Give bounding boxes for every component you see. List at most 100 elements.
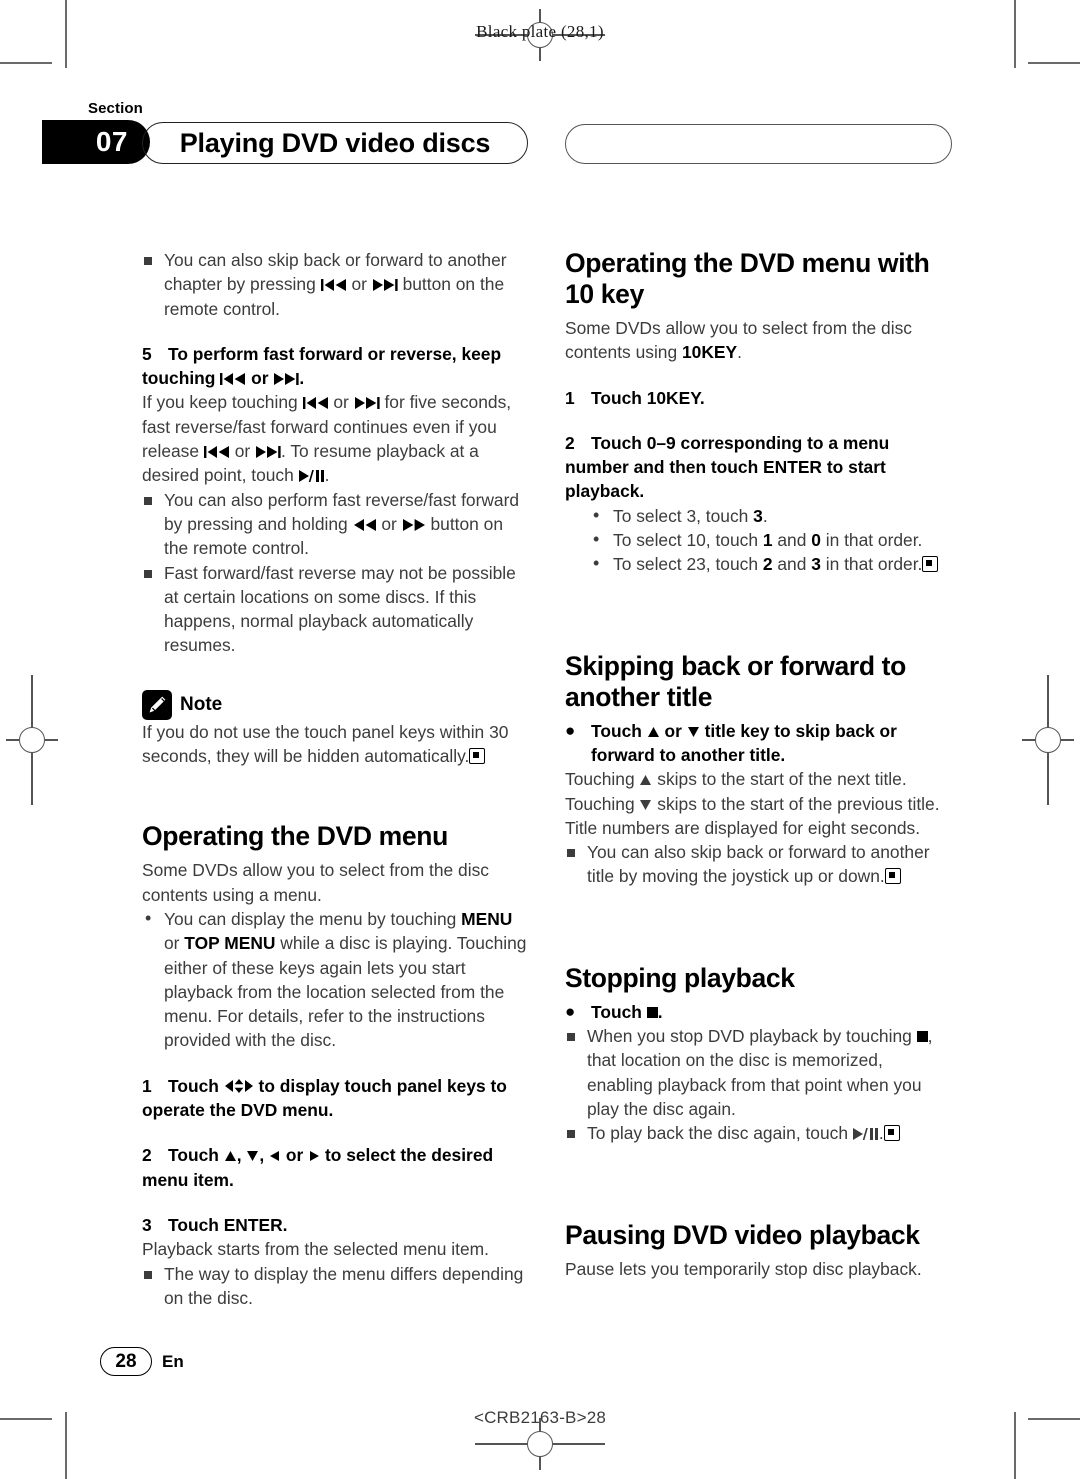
triangle-right-icon [308, 1150, 320, 1162]
section-number-badge: 07 [42, 120, 150, 164]
dvd-menu-step-3-body: Playback starts from the selected menu i… [142, 1239, 489, 1260]
step-5-number: 5 [142, 343, 152, 364]
heading-pausing-playback: Pausing DVD video playback [565, 1219, 920, 1250]
step-5-title-2: or [246, 368, 274, 389]
ten-key-intro: Some DVDs allow you to select from the d… [565, 316, 952, 365]
bullet-skip-chapter-text-2: or [346, 274, 372, 295]
end-of-section-icon [883, 1125, 900, 1142]
ten-key-example-3: To select 23, touch 2 and 3 in that orde… [565, 551, 952, 576]
stopping-bullet-resume-1: To play back the disc again, touch [587, 1123, 853, 1144]
pencil-icon [142, 689, 172, 720]
left-column: You can also skip back or forward to ano… [142, 248, 529, 1310]
ten-key-step-2-number: 2 [565, 432, 575, 453]
dvd-menu-bullet-text-2: or [164, 933, 185, 954]
stopping-bullet-resume: To play back the disc again, touch . [565, 1121, 952, 1145]
heading-operating-dvd-menu: Operating the DVD menu [142, 821, 448, 852]
triangle-up-icon [224, 1150, 237, 1162]
skipping-title-numbers: Title numbers are displayed for eight se… [565, 817, 921, 838]
tenkey-label: 10KEY [681, 342, 738, 363]
ten-key-example-3-pre: To select 23, touch [613, 554, 763, 575]
note-text-body: If you do not use the touch panel keys w… [142, 721, 509, 767]
dvd-menu-step-1: 1 Touch to display touch panel keys to op… [142, 1074, 529, 1123]
end-of-section-icon [469, 748, 486, 765]
triangle-down-icon [687, 726, 700, 738]
dvd-menu-step-1-number: 1 [142, 1075, 152, 1096]
skip-back-icon [220, 373, 246, 386]
triangle-up-icon [639, 774, 652, 786]
step-5-title-3: . [299, 368, 305, 389]
fast-forward-icon [402, 518, 426, 531]
skip-forward-icon [372, 279, 398, 292]
skip-forward-icon [354, 397, 380, 410]
stop-icon [916, 1031, 928, 1043]
skip-back-icon [302, 397, 329, 410]
ten-key-step-1-text: Touch 10KEY. [591, 387, 705, 408]
skipping-action-text-2: or [659, 720, 687, 741]
skipping-action: Touch or title key to skip back or forwa… [565, 719, 952, 768]
page-number: 28 [100, 1347, 152, 1376]
ten-key-step-2: 2 Touch 0–9 corresponding to a menu numbe… [565, 431, 952, 504]
stop-icon [646, 1006, 658, 1018]
step-5-body-6: . [324, 465, 330, 486]
step-5-title-1: To perform fast forward or reverse, keep… [142, 343, 502, 389]
section-title-pill: Playing DVD video discs [142, 122, 528, 164]
manual-page: Black plate (28,1) Section 07 Playing DV… [0, 0, 1080, 1479]
stopping-bullet-resume-2: . [878, 1123, 884, 1144]
heading-skipping-title: Skipping back or forward to another titl… [565, 650, 906, 712]
right-column: Operating the DVD menu with 10 key Some … [565, 248, 952, 1281]
document-id: <CRB2163-B>28 [473, 1408, 607, 1427]
play-pause-icon [852, 1128, 879, 1141]
skipping-action-text-1: Touch [591, 720, 647, 741]
dvd-menu-intro: Some DVDs allow you to select from the d… [142, 860, 489, 905]
dvd-menu-step-2-text-1: Touch [168, 1145, 224, 1166]
ten-key-step-1: 1 Touch 10KEY. [565, 386, 952, 410]
skipping-body-prev-2: skips to the start of the previous title… [652, 793, 940, 814]
black-plate-note: Black plate (28,1) [476, 22, 604, 41]
triangle-up-icon [647, 726, 660, 738]
stopping-action: Touch . [565, 1000, 952, 1025]
stopping-action-text-1: Touch [591, 1001, 647, 1022]
dvd-menu-step-2-text-3: , [259, 1145, 270, 1166]
bullet-fast-remote-text-2: or [376, 513, 402, 534]
dvd-menu-step-3-text: Touch ENTER. [168, 1214, 288, 1235]
ten-key-example-2-mid: and [772, 530, 812, 551]
heading-dvd-menu-10key: Operating the DVD menu with 10 key [565, 248, 930, 309]
step-5-body-2: or [328, 392, 354, 413]
dvd-menu-step-3: 3 Touch ENTER. [142, 1213, 529, 1237]
fast-reverse-icon [353, 518, 377, 531]
section-label: Section [88, 100, 143, 117]
ten-key-example-3-post: in that order. [820, 554, 923, 575]
page-language: En [162, 1352, 184, 1371]
crop-mark-top-left-h [0, 62, 52, 64]
ten-key-example-1-post: . [762, 505, 768, 526]
note-heading: Note [142, 689, 529, 720]
dvd-menu-step-2-text-4: or [281, 1145, 309, 1166]
ten-key-example-2-key-2: 0 [811, 530, 821, 551]
ten-key-example-1: To select 3, touch 3. [565, 503, 952, 528]
top-menu-key-label: TOP MENU [184, 933, 276, 954]
ten-key-example-1-key-1: 3 [753, 505, 763, 526]
heading-stopping-playback: Stopping playback [565, 962, 795, 993]
skipping-body-next-1: Touching [565, 769, 640, 790]
bullet-fast-remote: You can also perform fast reverse/fast f… [142, 488, 529, 561]
dvd-menu-step-3-number: 3 [142, 1214, 152, 1235]
ten-key-example-2: To select 10, touch 1 and 0 in that orde… [565, 527, 952, 552]
menu-key-label: MENU [461, 908, 513, 929]
skip-back-icon [320, 279, 347, 292]
skip-forward-icon [255, 446, 281, 459]
skip-back-icon [203, 446, 230, 459]
ten-key-example-2-pre: To select 10, touch [613, 530, 763, 551]
ten-key-example-3-mid: and [772, 554, 812, 575]
skipping-body-prev: Touching skips to the start of the previ… [565, 792, 952, 816]
bullet-fast-limitation: Fast forward/fast reverse may not be pos… [142, 561, 529, 658]
triangle-down-icon [246, 1150, 259, 1162]
ten-key-step-1-number: 1 [565, 387, 575, 408]
bullet-skip-chapter: You can also skip back or forward to ano… [142, 248, 529, 321]
end-of-section-icon [884, 868, 901, 885]
step-5-body-4: or [229, 441, 256, 462]
skip-forward-icon [273, 373, 299, 386]
skipping-body-next-2: skips to the start of the next title. [652, 769, 907, 790]
ten-key-example-1-pre: To select 3, touch [613, 505, 754, 526]
skipping-bullet-text: You can also skip back or forward to ano… [587, 842, 930, 887]
ten-key-step-2-text: Touch 0–9 corresponding to a menu number… [565, 432, 890, 502]
